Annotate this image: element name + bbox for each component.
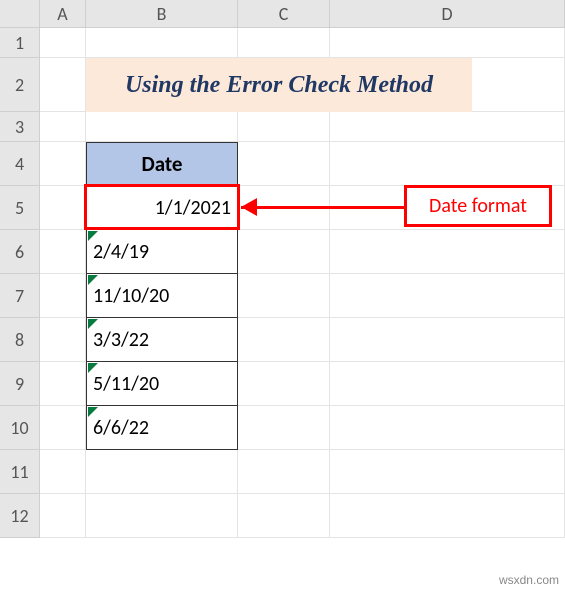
row-header-5[interactable]: 5 — [0, 186, 40, 230]
row-header-7[interactable]: 7 — [0, 274, 40, 318]
cell-A1[interactable] — [40, 28, 86, 58]
cell-C4[interactable] — [238, 142, 330, 186]
cell-B9-value[interactable]: 5/11/20 — [86, 362, 238, 406]
cell-A6[interactable] — [40, 230, 86, 274]
selectall-corner[interactable] — [0, 0, 40, 28]
row-header-8[interactable]: 8 — [0, 318, 40, 362]
cell-D11[interactable] — [330, 450, 565, 494]
cell-D7[interactable] — [330, 274, 565, 318]
cell-A4[interactable] — [40, 142, 86, 186]
cell-D1[interactable] — [330, 28, 565, 58]
column-headers: A B C D — [40, 0, 565, 28]
cell-B7-value[interactable]: 11/10/20 — [86, 274, 238, 318]
cell-B12[interactable] — [86, 494, 238, 538]
col-header-C[interactable]: C — [238, 0, 330, 28]
row-header-12[interactable]: 12 — [0, 494, 40, 538]
cell-A12[interactable] — [40, 494, 86, 538]
title-cell[interactable]: Using the Error Check Method — [86, 58, 472, 112]
cell-C1[interactable] — [238, 28, 330, 58]
annotation-callout: Date format — [404, 185, 552, 227]
row-headers: 1 2 3 4 5 6 7 8 9 10 11 12 — [0, 28, 40, 538]
row-header-11[interactable]: 11 — [0, 450, 40, 494]
cell-D3[interactable] — [330, 112, 565, 142]
row-header-1[interactable]: 1 — [0, 28, 40, 58]
cell-C11[interactable] — [238, 450, 330, 494]
cell-C6[interactable] — [238, 230, 330, 274]
cell-B8-value[interactable]: 3/3/22 — [86, 318, 238, 362]
cell-D8[interactable] — [330, 318, 565, 362]
cell-D12[interactable] — [330, 494, 565, 538]
cell-C7[interactable] — [238, 274, 330, 318]
row-header-4[interactable]: 4 — [0, 142, 40, 186]
watermark: wsxdn.com — [499, 573, 559, 587]
cell-A3[interactable] — [40, 112, 86, 142]
cell-C9[interactable] — [238, 362, 330, 406]
col-header-D[interactable]: D — [330, 0, 565, 28]
cell-A10[interactable] — [40, 406, 86, 450]
row-header-6[interactable]: 6 — [0, 230, 40, 274]
cell-B11[interactable] — [86, 450, 238, 494]
cell-B10-value[interactable]: 6/6/22 — [86, 406, 238, 450]
cell-A5[interactable] — [40, 186, 86, 230]
row-header-9[interactable]: 9 — [0, 362, 40, 406]
row-header-10[interactable]: 10 — [0, 406, 40, 450]
annotation-arrow-head — [241, 198, 257, 216]
cell-A2[interactable] — [40, 58, 86, 112]
cell-D4[interactable] — [330, 142, 565, 186]
annotation-arrow-line — [241, 206, 404, 209]
cell-A11[interactable] — [40, 450, 86, 494]
cell-D9[interactable] — [330, 362, 565, 406]
cell-B6-value[interactable]: 2/4/19 — [86, 230, 238, 274]
cell-A7[interactable] — [40, 274, 86, 318]
cell-B3[interactable] — [86, 112, 238, 142]
cell-C12[interactable] — [238, 494, 330, 538]
cell-C10[interactable] — [238, 406, 330, 450]
cell-B1[interactable] — [86, 28, 238, 58]
cell-C8[interactable] — [238, 318, 330, 362]
cell-B5-value[interactable]: 1/1/2021 — [86, 186, 238, 230]
row-header-2[interactable]: 2 — [0, 58, 40, 112]
row-header-3[interactable]: 3 — [0, 112, 40, 142]
spreadsheet-grid: A B C D 1 2 3 4 5 6 7 8 9 10 11 12 Using… — [0, 0, 565, 591]
cell-A8[interactable] — [40, 318, 86, 362]
col-header-A[interactable]: A — [40, 0, 86, 28]
table-header-date[interactable]: Date — [86, 142, 238, 186]
cell-D6[interactable] — [330, 230, 565, 274]
cell-D10[interactable] — [330, 406, 565, 450]
cell-A9[interactable] — [40, 362, 86, 406]
cell-C3[interactable] — [238, 112, 330, 142]
col-header-B[interactable]: B — [86, 0, 238, 28]
